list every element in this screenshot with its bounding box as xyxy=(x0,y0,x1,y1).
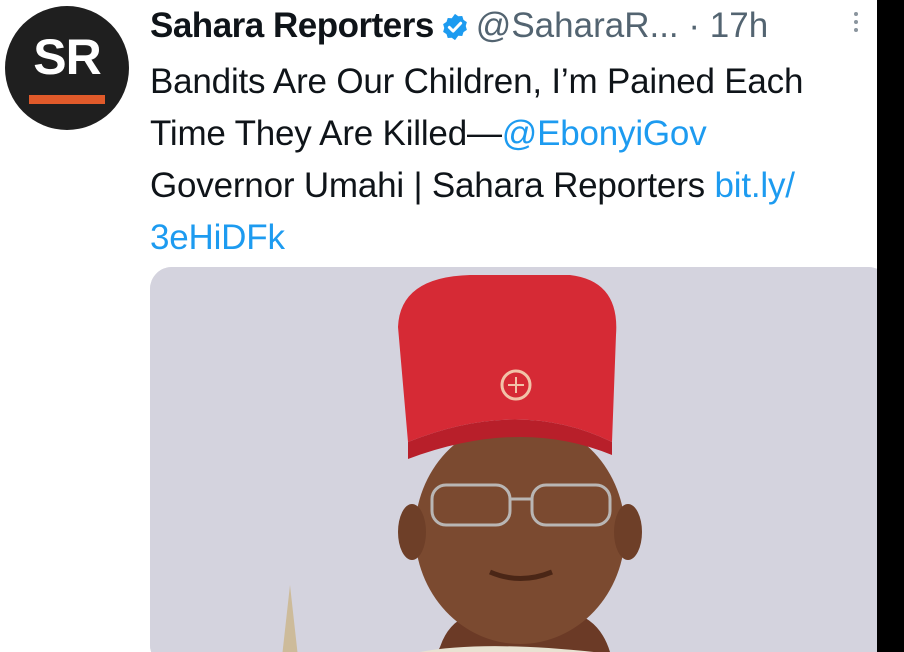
tweet-text-fragment: Time They Are Killed— xyxy=(150,114,502,153)
more-options-icon[interactable] xyxy=(852,12,860,40)
tweet-text-line-2: Time They Are Killed—@EbonyiGov xyxy=(150,108,877,160)
url-link[interactable]: bit.ly/ xyxy=(714,166,794,205)
verified-badge-icon xyxy=(440,11,470,51)
author-handle[interactable]: @SaharaR... xyxy=(476,6,679,45)
tweet-text-line-1: Bandits Are Our Children, I’m Pained Eac… xyxy=(150,62,804,101)
tweet-media-photo[interactable] xyxy=(150,267,877,652)
tweet-header: Sahara Reporters @SaharaR... · 17h xyxy=(150,6,870,46)
url-link-continued[interactable]: 3eHiDFk xyxy=(150,212,877,264)
tweet-text-line-3: Governor Umahi | Sahara Reporters bit.ly… xyxy=(150,160,877,212)
red-cap-icon xyxy=(398,275,617,442)
tweet-text: Bandits Are Our Children, I’m Pained Eac… xyxy=(150,56,877,264)
author-name[interactable]: Sahara Reporters xyxy=(150,6,434,45)
tweet-timestamp[interactable]: 17h xyxy=(710,6,768,45)
portrait-photo xyxy=(150,267,877,652)
separator-dot: · xyxy=(688,6,701,45)
tweet-text-fragment: Governor Umahi | Sahara Reporters xyxy=(150,166,715,205)
mention-link[interactable]: @EbonyiGov xyxy=(502,114,707,153)
avatar-logo-bar xyxy=(29,95,105,104)
avatar-logo-text: SR xyxy=(33,29,101,85)
face xyxy=(415,420,625,644)
avatar[interactable]: SR xyxy=(5,6,129,130)
tweet-card[interactable]: SR Sahara Reporters @SaharaR... · 17h Ban… xyxy=(0,0,877,652)
